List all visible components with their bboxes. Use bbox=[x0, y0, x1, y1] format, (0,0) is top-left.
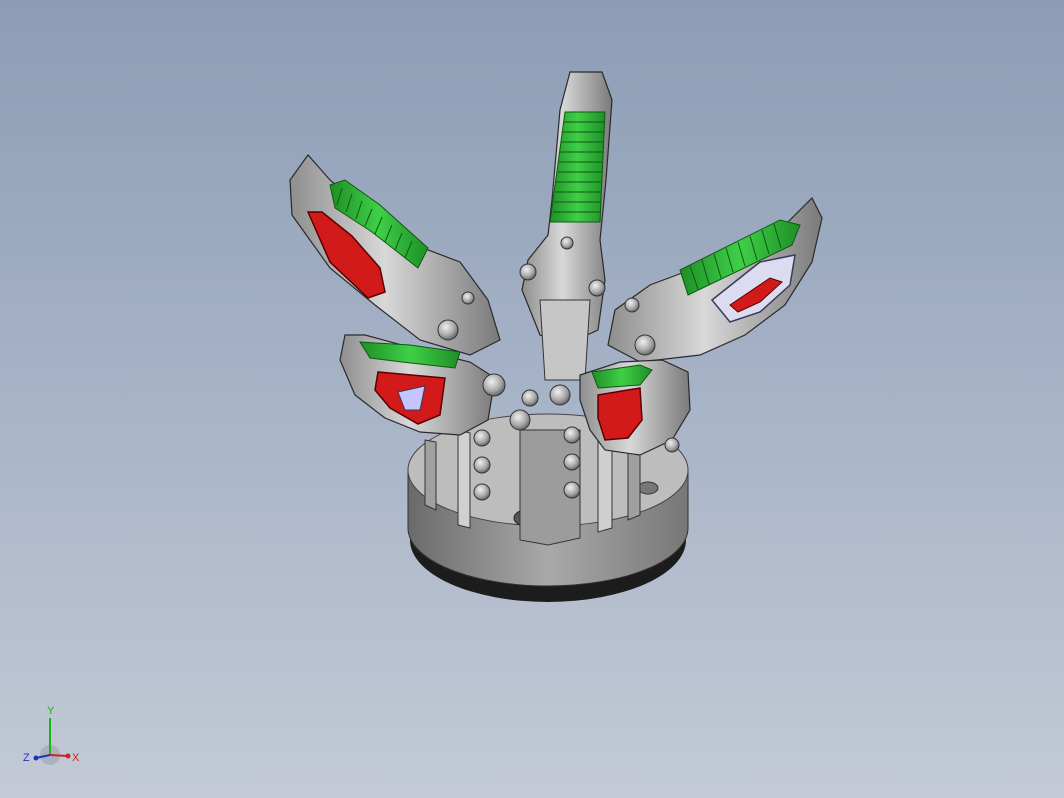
x-axis-icon bbox=[49, 754, 69, 757]
orientation-triad[interactable]: Y X Z bbox=[18, 700, 88, 775]
z-axis-label: Z bbox=[23, 752, 30, 764]
pillar-left bbox=[457, 429, 471, 529]
base-bore-right bbox=[637, 481, 659, 495]
pillar-far-left bbox=[424, 439, 437, 511]
gripper-model[interactable] bbox=[0, 0, 1064, 798]
finger-top[interactable] bbox=[519, 71, 613, 381]
graphics-viewport[interactable]: Y X Z bbox=[0, 0, 1064, 798]
finger-left-rear[interactable] bbox=[289, 154, 501, 356]
finger-right-rear[interactable] bbox=[607, 196, 823, 363]
y-axis-label: Y bbox=[47, 705, 55, 717]
x-axis-label: X bbox=[72, 752, 80, 764]
